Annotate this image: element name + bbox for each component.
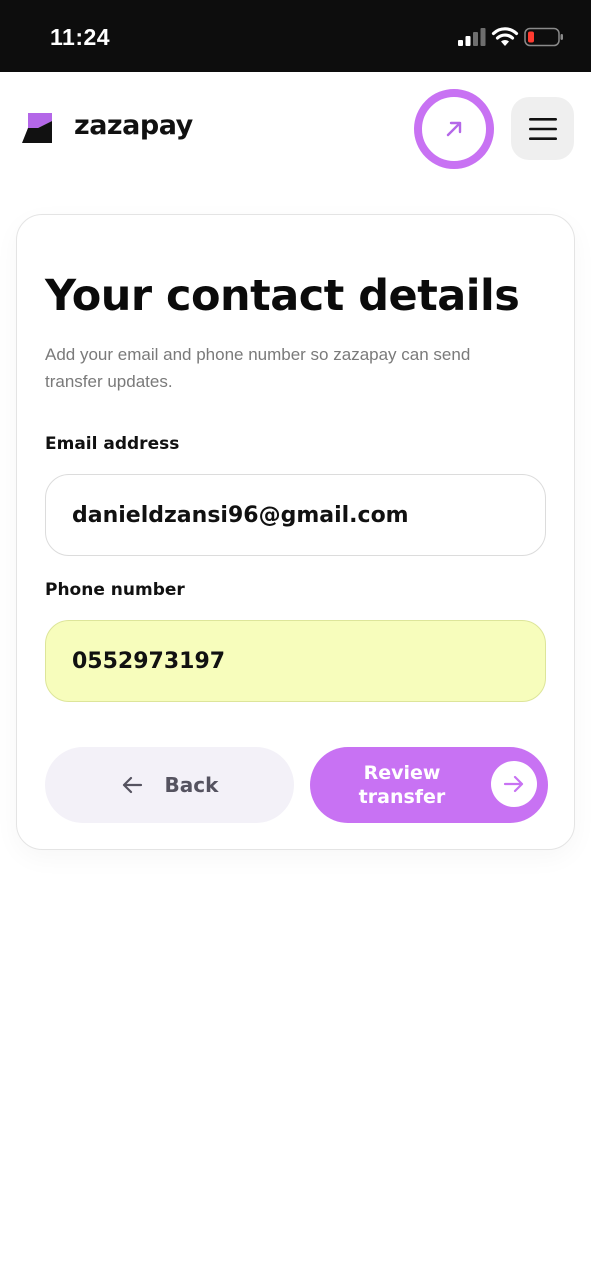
arrow-up-right-icon xyxy=(446,121,462,137)
back-button[interactable]: Back xyxy=(45,747,294,823)
phone-label: Phone number xyxy=(45,580,185,600)
menu-button[interactable] xyxy=(511,97,574,160)
contact-details-card: Your contact details Add your email and … xyxy=(16,214,575,850)
battery-low-icon xyxy=(524,27,563,47)
phone-field[interactable] xyxy=(45,620,546,702)
open-link-button[interactable] xyxy=(414,89,494,169)
arrow-left-icon xyxy=(122,776,142,794)
hamburger-menu-icon xyxy=(528,117,557,140)
email-field[interactable] xyxy=(45,474,546,556)
cellular-signal-icon xyxy=(458,28,486,46)
email-input[interactable] xyxy=(70,501,534,529)
arrow-right-icon xyxy=(491,761,537,807)
page-title: Your contact details xyxy=(45,271,520,321)
zazapay-logo-icon[interactable] xyxy=(22,113,52,143)
phone-input[interactable] xyxy=(70,647,534,675)
review-transfer-label: Review transfer xyxy=(358,762,446,808)
brand-name[interactable]: zazapay xyxy=(74,110,193,141)
back-button-label: Back xyxy=(164,773,219,797)
app-header: zazapay xyxy=(0,72,591,192)
wifi-icon xyxy=(491,27,519,46)
review-transfer-button[interactable]: Review transfer xyxy=(310,747,548,823)
status-bar: 11:24 xyxy=(0,0,591,72)
email-label: Email address xyxy=(45,434,180,454)
status-time: 11:24 xyxy=(50,24,111,50)
page-subtitle: Add your email and phone number so zazap… xyxy=(45,345,471,391)
